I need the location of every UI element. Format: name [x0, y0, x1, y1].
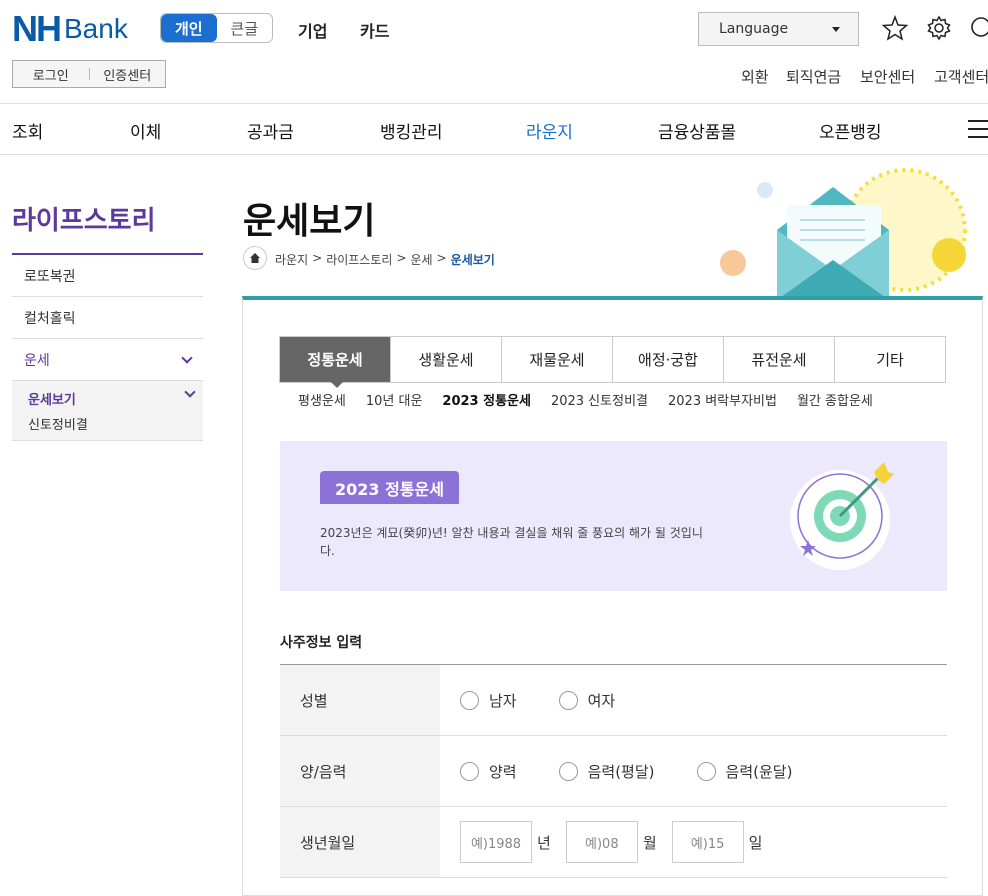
nav-open-banking[interactable]: 오픈뱅킹 [819, 118, 882, 143]
subtab-2023-wealth-secret[interactable]: 2023 벼락부자비법 [668, 390, 777, 409]
card-link[interactable]: 카드 [360, 18, 389, 42]
form-row-gender: 성별 남자 여자 [280, 665, 947, 736]
gender-label: 성별 [280, 665, 440, 735]
tab-love-compatibility[interactable]: 애정·궁합 [613, 337, 724, 382]
pension-link[interactable]: 퇴직연금 [786, 66, 841, 87]
security-center-link[interactable]: 보안센터 [860, 66, 915, 87]
year-unit: 년 [537, 833, 551, 852]
radio-circle-icon[interactable] [558, 761, 578, 781]
sidebar-item-lotto[interactable]: 로또복권 [12, 255, 203, 297]
day-unit: 일 [748, 833, 763, 852]
radio-lunar-normal[interactable]: 음력(평달) [558, 761, 655, 782]
login-bar: 로그인 인증센터 [12, 60, 166, 88]
nav-inquiry[interactable]: 조회 [12, 118, 43, 143]
logo-nh: NH [12, 8, 62, 49]
large-text-mode-button[interactable]: 큰글 [217, 14, 273, 42]
breadcrumb-current: 운세보기 [450, 253, 495, 267]
view-mode-toggle: 개인 큰글 [160, 13, 273, 43]
form-row-calendar: 양/음력 양력 음력(평달) 음력(윤달) [280, 736, 947, 807]
birth-month-input[interactable]: 예)08 [565, 821, 638, 863]
envelope-illustration [720, 168, 967, 300]
sidebar-item-label: 로또복권 [24, 268, 76, 285]
tab-traditional[interactable]: 정통운세 [280, 337, 391, 382]
chevron-down-icon [181, 351, 193, 364]
radio-lunar-leap[interactable]: 음력(윤달) [696, 761, 793, 782]
subtab-10-year[interactable]: 10년 대운 [366, 390, 423, 409]
breadcrumb-separator: > [396, 251, 407, 265]
cert-center-button[interactable]: 인증센터 [90, 65, 166, 84]
subtab-2023-tojeong[interactable]: 2023 신토정비결 [551, 390, 648, 409]
fortune-tabs: 정통운세 생활운세 재물운세 애정·궁합 퓨전운세 기타 [279, 336, 946, 383]
radio-label: 남자 [489, 691, 517, 710]
radio-circle-icon[interactable] [696, 761, 716, 781]
dropdown-arrow-icon [832, 26, 840, 32]
sidebar-title: 라이프스토리 [12, 206, 156, 236]
nav-financial-products[interactable]: 금융상품몰 [658, 118, 736, 143]
breadcrumb: 라운지 > 라이프스토리 > 운세 > 운세보기 [275, 251, 495, 268]
month-unit: 월 [642, 833, 657, 852]
radio-label: 여자 [587, 691, 616, 710]
search-icon[interactable] [968, 14, 988, 42]
home-icon[interactable] [243, 246, 267, 270]
subtabs: 평생운세 10년 대운 2023 정통운세 2023 신토정비결 2023 벼락… [298, 390, 873, 409]
radio-solar[interactable]: 양력 [460, 761, 517, 782]
target-icon [790, 462, 894, 570]
breadcrumb-separator: > [312, 251, 323, 265]
banner-badge: 2023 정통운세 [320, 471, 459, 504]
gear-icon[interactable] [925, 14, 953, 42]
language-label: Language [719, 21, 789, 37]
login-button[interactable]: 로그인 [13, 65, 89, 84]
page-title: 운세보기 [243, 201, 376, 242]
tab-etc[interactable]: 기타 [835, 337, 945, 382]
sidebar-item-label: 운세 [24, 352, 50, 369]
radio-male[interactable]: 남자 [460, 690, 517, 711]
radio-label: 음력(평달) [587, 762, 655, 781]
customer-center-link[interactable]: 고객센터 [934, 66, 988, 87]
sidebar-subitem-fortune-view[interactable]: 운세보기 [28, 389, 76, 408]
banner-description: 2023년은 계묘(癸卯)년! 알찬 내용과 결실을 채워 줄 풍요의 해가 될… [320, 526, 703, 558]
tab-lifestyle[interactable]: 생활운세 [391, 337, 502, 382]
sidebar-subitem-tojeong[interactable]: 신토정비결 [28, 414, 88, 433]
form-heading: 사주정보 입력 [280, 635, 363, 651]
subtab-2023-traditional[interactable]: 2023 정통운세 [442, 390, 531, 409]
tab-wealth[interactable]: 재물운세 [502, 337, 613, 382]
personal-mode-button[interactable]: 개인 [161, 14, 217, 42]
breadcrumb-item[interactable]: 라운지 [275, 251, 308, 268]
nav-utility-bills[interactable]: 공과금 [247, 118, 294, 143]
tab-fusion[interactable]: 퓨전운세 [724, 337, 835, 382]
sidebar-item-label: 컬처홀릭 [24, 310, 76, 327]
saju-form: 성별 남자 여자 양/음력 양력 음력(평달) 음력(윤달) 생년월일 예)19… [280, 664, 947, 878]
birth-year-input[interactable]: 예)1988 [460, 821, 532, 863]
nav-banking-management[interactable]: 뱅킹관리 [380, 118, 443, 143]
subtab-lifetime[interactable]: 평생운세 [298, 390, 346, 409]
radio-circle-icon[interactable] [460, 761, 479, 781]
menu-icon[interactable] [968, 120, 988, 138]
nav-lounge[interactable]: 라운지 [526, 118, 573, 143]
breadcrumb-separator: > [436, 251, 447, 265]
birth-day-input[interactable]: 예)15 [671, 821, 744, 863]
subtab-monthly[interactable]: 월간 종합운세 [797, 390, 873, 409]
logo-bank: Bank [64, 13, 128, 44]
nh-bank-logo[interactable]: NH Bank [12, 8, 128, 49]
birthdate-label: 생년월일 [280, 807, 440, 877]
active-tab-indicator [331, 382, 343, 388]
breadcrumb-item[interactable]: 라이프스토리 [326, 251, 392, 268]
radio-female[interactable]: 여자 [558, 690, 616, 711]
sidebar-submenu: 운세보기 신토정비결 [12, 381, 203, 441]
corporate-link[interactable]: 기업 [298, 18, 327, 42]
radio-label: 음력(윤달) [725, 762, 793, 781]
forex-link[interactable]: 외환 [741, 66, 769, 87]
chevron-down-icon [184, 386, 196, 398]
radio-label: 양력 [489, 762, 517, 781]
radio-circle-icon[interactable] [558, 690, 578, 710]
sidebar-item-fortune[interactable]: 운세 [12, 339, 203, 381]
sidebar-item-culture[interactable]: 컬처홀릭 [12, 297, 203, 339]
form-row-birthdate: 생년월일 예)1988 년 예)08 월 예)15 일 [280, 807, 947, 878]
star-icon[interactable] [881, 14, 909, 42]
language-select[interactable]: Language [698, 12, 859, 46]
breadcrumb-item[interactable]: 운세 [411, 251, 433, 268]
radio-circle-icon[interactable] [460, 690, 479, 710]
nav-transfer[interactable]: 이체 [130, 118, 161, 143]
calendar-label: 양/음력 [280, 736, 440, 806]
